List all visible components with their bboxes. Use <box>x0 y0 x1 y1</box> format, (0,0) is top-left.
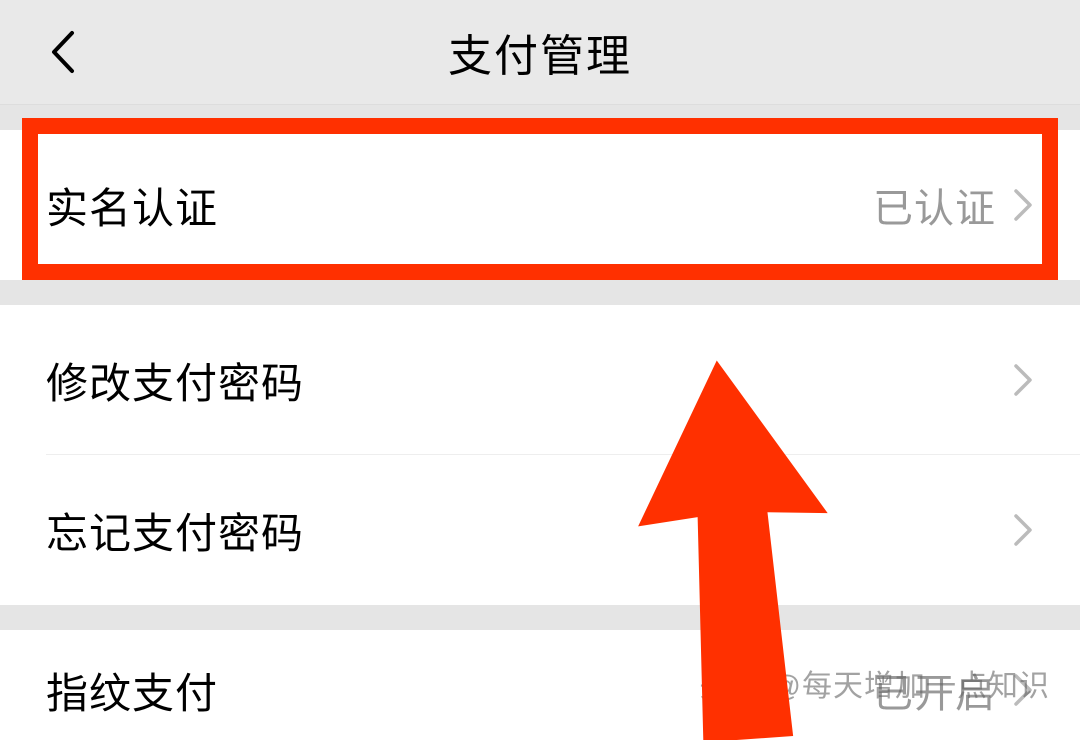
row-value: 已认证 <box>873 176 996 234</box>
row-label: 实名认证 <box>46 175 218 236</box>
section-realname: 实名认证 已认证 <box>0 130 1080 280</box>
row-label: 忘记支付密码 <box>46 500 304 561</box>
header-bar: 支付管理 <box>0 0 1080 105</box>
back-button[interactable] <box>42 27 82 77</box>
row-realname-auth[interactable]: 实名认证 已认证 <box>0 130 1080 280</box>
section-password: 修改支付密码 忘记支付密码 <box>0 305 1080 605</box>
row-right <box>1012 512 1034 548</box>
row-label: 指纹支付 <box>46 660 218 721</box>
chevron-left-icon <box>48 29 76 75</box>
chevron-right-icon <box>1012 362 1034 398</box>
row-right <box>1012 362 1034 398</box>
row-change-password[interactable]: 修改支付密码 <box>0 305 1080 455</box>
chevron-right-icon <box>1012 187 1034 223</box>
watermark-text: 头条 @每天增加一点知识 <box>699 661 1050 705</box>
row-forgot-password[interactable]: 忘记支付密码 <box>0 455 1080 605</box>
row-label: 修改支付密码 <box>46 350 304 411</box>
page-title: 支付管理 <box>0 20 1080 84</box>
section-gap <box>0 105 1080 130</box>
chevron-right-icon <box>1012 512 1034 548</box>
row-right: 已认证 <box>873 176 1034 234</box>
